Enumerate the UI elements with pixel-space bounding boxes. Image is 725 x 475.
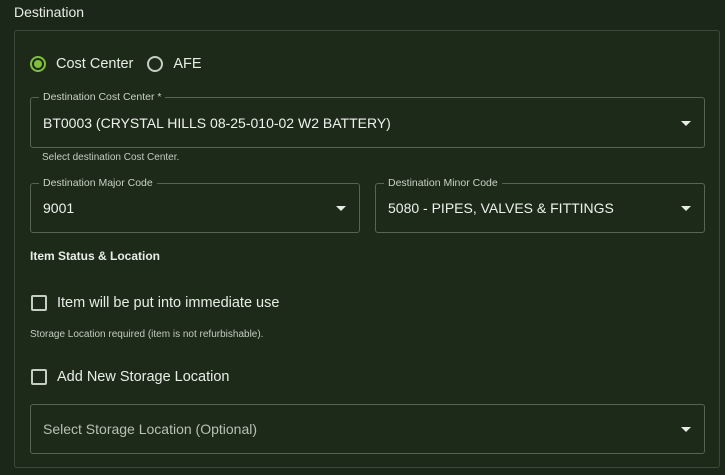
radio-cost-center-label[interactable]: Cost Center (56, 56, 133, 72)
dropdown-arrow-icon[interactable] (681, 427, 691, 432)
storage-location-placeholder: Select Storage Location (Optional) (43, 421, 258, 437)
cost-center-value: BT0003 (CRYSTAL HILLS 08-25-010-02 W2 BA… (43, 114, 391, 131)
dropdown-arrow-icon[interactable] (681, 120, 691, 126)
radio-afe[interactable]: AFE (147, 56, 202, 72)
major-code-value: 9001 (43, 200, 75, 216)
radio-unchecked-icon[interactable] (147, 56, 164, 72)
destination-form: Destination Cost Center AFE Destination … (0, 0, 725, 475)
item-status-heading: Item Status & Location (30, 249, 161, 263)
major-code-select[interactable]: Destination Major Code 9001 (30, 177, 360, 233)
storage-location-helper: Storage Location required (item is not r… (30, 329, 264, 340)
add-storage-label[interactable]: Add New Storage Location (57, 369, 230, 385)
radio-afe-label[interactable]: AFE (173, 56, 201, 72)
minor-code-label: Destination Minor Code (384, 177, 502, 189)
checkbox-unchecked-icon[interactable] (31, 369, 47, 385)
cost-center-helper: Select destination Cost Center. (42, 152, 180, 163)
radio-checked-icon[interactable] (30, 56, 46, 72)
add-storage-checkbox-row[interactable]: Add New Storage Location (31, 369, 230, 385)
section-title: Destination (14, 4, 85, 20)
storage-location-select[interactable]: Select Storage Location (Optional) (30, 404, 705, 454)
dropdown-arrow-icon[interactable] (336, 206, 346, 211)
checkbox-unchecked-icon[interactable] (31, 295, 47, 311)
minor-code-select[interactable]: Destination Minor Code 5080 - PIPES, VAL… (375, 177, 705, 233)
radio-dot-icon (34, 60, 42, 68)
immediate-use-checkbox-row[interactable]: Item will be put into immediate use (31, 295, 279, 311)
cost-center-select[interactable]: Destination Cost Center * BT0003 (CRYSTA… (30, 91, 705, 148)
major-code-label: Destination Major Code (39, 177, 157, 189)
cost-center-label: Destination Cost Center * (39, 91, 166, 103)
immediate-use-label[interactable]: Item will be put into immediate use (57, 295, 279, 311)
dropdown-arrow-icon[interactable] (681, 206, 691, 211)
radio-cost-center[interactable]: Cost Center (30, 56, 133, 72)
destination-type-radio-group: Cost Center AFE (30, 54, 216, 74)
minor-code-value: 5080 - PIPES, VALVES & FITTINGS (388, 200, 614, 216)
